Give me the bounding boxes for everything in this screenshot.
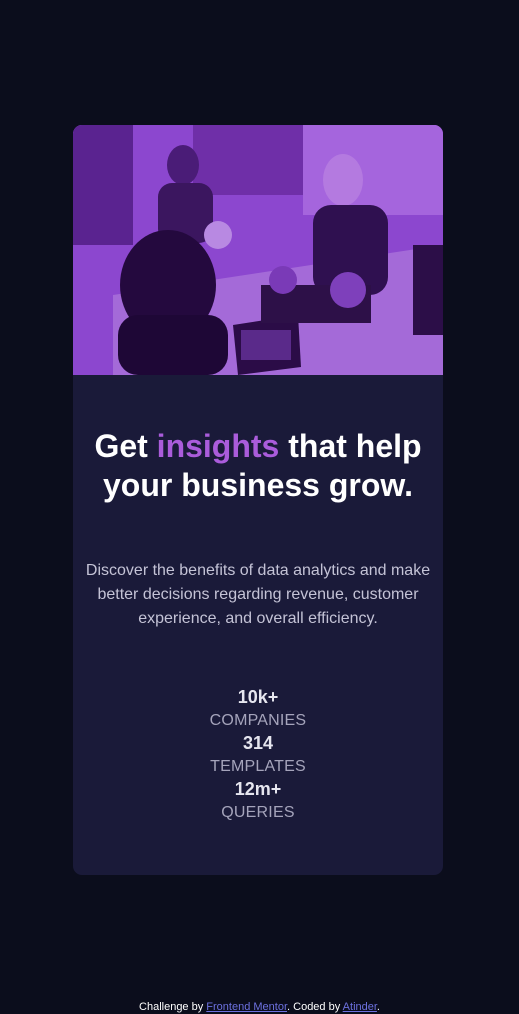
page: Get insights that help your business gro… <box>0 0 519 1014</box>
headline-before: Get <box>94 428 157 464</box>
attribution-middle: . Coded by <box>287 1001 343 1013</box>
stat-label: queries <box>221 804 295 821</box>
frontend-mentor-link[interactable]: Frontend Mentor <box>206 1001 287 1013</box>
author-link[interactable]: Atinder <box>343 1001 377 1013</box>
stat-label: templates <box>210 758 306 775</box>
office-photo-illustration <box>73 125 443 375</box>
attribution-footer: Challenge by Frontend Mentor. Coded by A… <box>0 1000 519 1014</box>
description: Discover the benefits of data analytics … <box>85 562 431 627</box>
stat-queries: 12m+ queries <box>73 778 443 824</box>
attribution-suffix: . <box>376 1001 380 1013</box>
stat-value: 12m+ <box>234 779 282 799</box>
stat-companies: 10k+ companies <box>73 686 443 732</box>
stat-value: 10k+ <box>237 687 279 707</box>
headline: Get insights that help your business gro… <box>73 427 443 505</box>
attribution-prefix: Challenge by <box>139 1001 207 1013</box>
headline-accent: insights <box>156 428 280 464</box>
stat-templates: 314 templates <box>73 732 443 778</box>
stat-label: companies <box>209 712 307 729</box>
stat-value: 314 <box>242 733 274 753</box>
stats-list: 10k+ companies 314 templates 12m+ querie… <box>73 686 443 824</box>
hero-image <box>73 125 443 375</box>
stats-preview-card: Get insights that help your business gro… <box>73 125 443 875</box>
